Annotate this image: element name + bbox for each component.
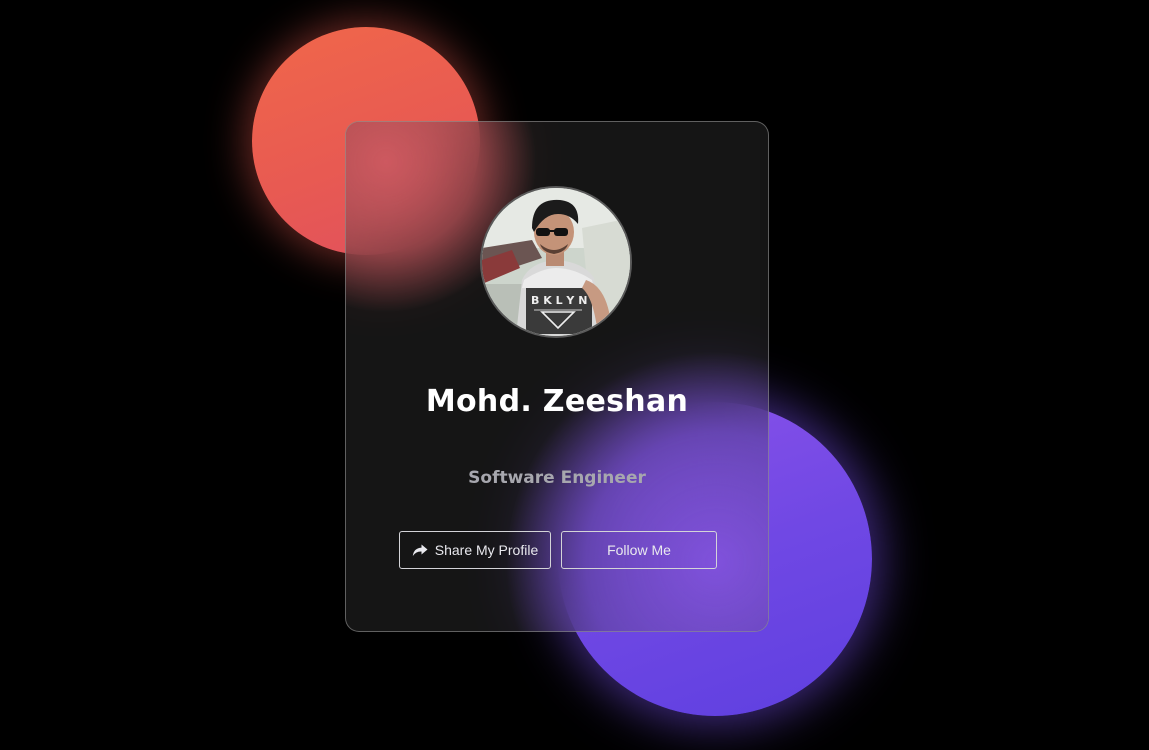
page-background: B K L Y N Mohd. Zeeshan Software Enginee… bbox=[0, 0, 1149, 750]
svg-text:B K L Y N: B K L Y N bbox=[531, 294, 587, 307]
avatar: B K L Y N bbox=[480, 186, 632, 338]
share-profile-label: Share My Profile bbox=[434, 542, 539, 558]
follow-label: Follow Me bbox=[607, 542, 671, 558]
follow-button[interactable]: Follow Me bbox=[561, 531, 717, 569]
user-photo-icon: B K L Y N bbox=[482, 188, 630, 336]
profile-name: Mohd. Zeeshan bbox=[425, 384, 689, 419]
share-arrow-icon bbox=[412, 544, 428, 557]
profile-card: B K L Y N Mohd. Zeeshan Software Enginee… bbox=[345, 121, 769, 632]
share-profile-button[interactable]: Share My Profile bbox=[399, 531, 551, 569]
profile-role: Software Engineer bbox=[468, 468, 646, 488]
